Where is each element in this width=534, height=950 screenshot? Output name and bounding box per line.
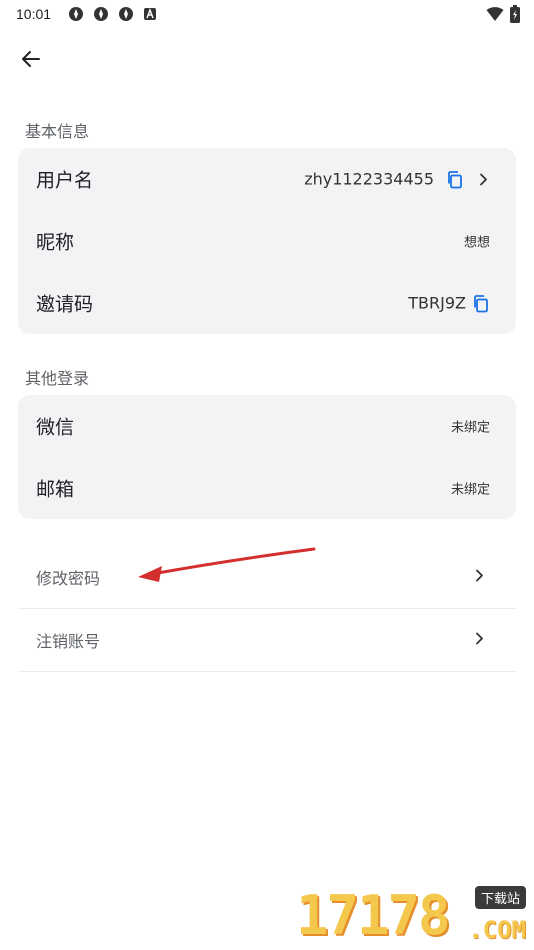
watermark-digits: 17178 [296,884,451,947]
other-login-card: 微信 未绑定 邮箱 未绑定 [18,395,516,519]
invite-code-row[interactable]: 邀请码 TBRJ9Z [18,272,516,334]
back-button[interactable] [14,42,48,76]
wechat-status: 未绑定 [450,420,490,436]
username-chevron[interactable] [476,172,490,186]
watermark-suffix: .COM [468,916,526,944]
copy-invite-code-button[interactable] [472,294,490,312]
chevron-right-icon [480,173,487,185]
username-value: zhy1122334455 [304,169,434,189]
username-label: 用户名 [36,169,94,192]
watermark-tag: 下载站 [474,886,526,909]
nickname-row[interactable]: 昵称 想想 [18,210,516,272]
wechat-label: 微信 [36,416,75,439]
section-title-basic: 基本信息 [25,122,90,141]
wifi-icon [486,7,504,21]
invite-code-value: TBRJ9Z [408,293,466,313]
email-status: 未绑定 [450,482,490,498]
nickname-value: 想想 [463,235,490,251]
sync-notification-icon [69,7,83,21]
delete-account-chevron [472,631,486,650]
chevron-right-icon [476,632,483,645]
sync-notification-icon [119,7,133,21]
a-notification-icon [144,8,156,20]
change-password-row[interactable]: 修改密码 [18,546,516,609]
change-password-label: 修改密码 [36,569,101,588]
section-title-other-login: 其他登录 [25,369,90,388]
invite-code-label: 邀请码 [36,293,94,316]
wechat-row[interactable]: 微信 未绑定 [18,395,516,457]
delete-account-label: 注销账号 [36,632,101,651]
delete-account-row[interactable]: 注销账号 [18,609,516,672]
nickname-label: 昵称 [36,231,75,254]
arrow-left-icon [22,51,40,67]
copy-icon [474,294,488,312]
copy-username-button[interactable] [446,170,464,188]
battery-charging-icon [510,5,520,23]
status-right [486,5,520,23]
email-row[interactable]: 邮箱 未绑定 [18,457,516,519]
status-time: 10:01 [16,6,52,22]
change-password-chevron [472,568,486,587]
status-bar: 10:01 [0,0,534,30]
chevron-right-icon [476,569,483,582]
username-row[interactable]: 用户名 zhy1122334455 [18,148,516,210]
email-label: 邮箱 [36,478,75,501]
sync-notification-icon [94,7,108,21]
basic-info-card: 用户名 zhy1122334455 昵称 想想 邀请码 TBRJ9Z [18,148,516,334]
site-watermark-logo: 17178 下载站 .COM [296,886,526,946]
copy-icon [448,170,462,188]
